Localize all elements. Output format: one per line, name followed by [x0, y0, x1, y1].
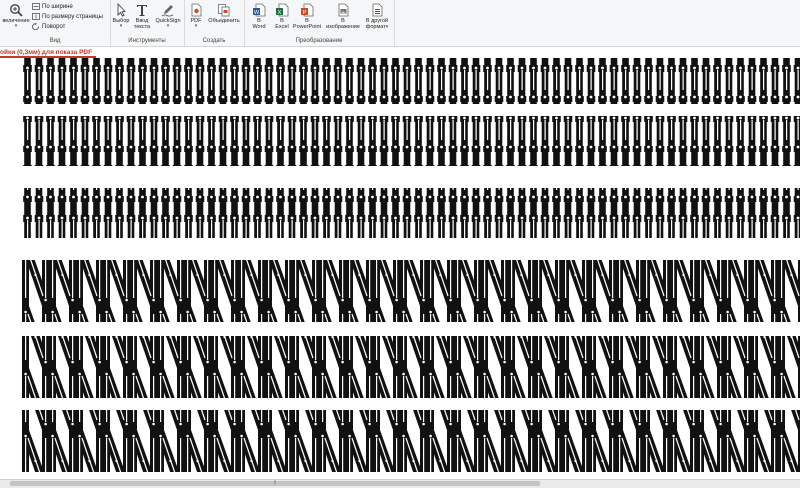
scrollbar-grip-icon: ⦀ [273, 480, 277, 486]
text-t-icon [137, 5, 147, 16]
select-tool-button[interactable]: Выбор ▾ [112, 3, 130, 29]
create-pdf-button[interactable]: PDF ▾ [186, 3, 206, 29]
ribbon-toolbar: величение ▾ По ширине По размеру страниц… [0, 0, 800, 47]
group-label-create: Создать [202, 38, 226, 44]
document-page-view[interactable] [0, 58, 800, 480]
image-file-icon [338, 3, 349, 17]
ribbon-group-tools: Выбор ▾ Ввод текста QuickSign ▾ Инструме… [110, 0, 185, 46]
document-pattern-canvas [22, 58, 800, 472]
pattern-row-n-1 [22, 260, 800, 322]
text-tool-label-2: текста [133, 24, 151, 30]
scrollbar-thumb[interactable]: ⦀ [10, 481, 540, 486]
fit-width-label: По ширине [42, 3, 73, 10]
rotate-icon [32, 23, 39, 30]
group-label-view: Вид [49, 38, 61, 44]
merge-files-icon [218, 4, 230, 17]
group-label-tools: Инструменты [128, 38, 166, 44]
dropdown-arrow-icon: ▾ [194, 23, 198, 29]
pattern-row-pin-1 [22, 58, 800, 104]
to-excel-label-2: Excel [275, 24, 289, 30]
fit-page-label: По размеру страницы [42, 13, 103, 20]
pattern-row-pin-2 [22, 116, 800, 166]
zoom-button[interactable]: величение ▾ [2, 3, 30, 29]
to-word-label-2: Word [252, 24, 266, 30]
fit-page-icon [32, 13, 40, 20]
fit-width-button[interactable]: По ширине [32, 3, 73, 10]
pattern-row-n-3 [22, 410, 800, 472]
magnifier-plus-icon [10, 4, 23, 17]
ribbon-group-create: PDF ▾ Объединить Создать [184, 0, 245, 46]
svg-text:W: W [254, 10, 260, 16]
to-image-button[interactable]: В изображение [324, 3, 362, 30]
horizontal-scrollbar[interactable]: ⦀ [0, 479, 800, 488]
svg-text:X: X [278, 10, 282, 16]
ribbon-group-view: величение ▾ По ширине По размеру страниц… [0, 0, 111, 46]
excel-file-icon: X [276, 3, 289, 17]
group-label-convert: Преобразование [295, 38, 343, 44]
to-powerpoint-button[interactable]: P В PowerPoint [292, 3, 322, 30]
merge-button[interactable]: Объединить [207, 3, 241, 24]
fit-width-icon [32, 3, 40, 10]
to-other-format-label-2: формат▾ [366, 24, 388, 30]
fit-page-button[interactable]: По размеру страницы [32, 13, 103, 20]
pattern-row-pin-3 [22, 188, 800, 238]
merge-label: Объединить [208, 18, 240, 24]
dropdown-arrow-icon: ▾ [385, 24, 389, 30]
to-image-label-2: изображение [326, 24, 360, 30]
quicksign-button[interactable]: QuickSign ▾ [154, 3, 182, 29]
pattern-row-n-2 [22, 336, 800, 398]
to-word-button[interactable]: W В Word [248, 3, 270, 30]
to-other-format-button[interactable]: В другой формат▾ [362, 3, 392, 30]
text-tool-button[interactable]: Ввод текста [132, 3, 152, 30]
cursor-icon [117, 3, 126, 17]
rotate-button[interactable]: Поворот [32, 23, 65, 30]
to-excel-button[interactable]: X В Excel [271, 3, 293, 30]
rotate-label: Поворот [42, 23, 66, 30]
word-file-icon: W [253, 3, 266, 17]
ribbon-group-convert: W В Word X В Excel P В PowerPoint В изоб… [244, 0, 395, 46]
pen-sign-icon [161, 5, 174, 17]
document-tab[interactable]: ойки (0,3мм) для показа PDF [0, 47, 97, 58]
powerpoint-file-icon: P [301, 3, 314, 17]
pdf-file-icon [191, 3, 202, 17]
dropdown-arrow-icon: ▾ [119, 23, 123, 29]
svg-text:P: P [303, 10, 307, 16]
dropdown-arrow-icon: ▾ [14, 23, 18, 29]
to-powerpoint-label-2: PowerPoint [292, 24, 322, 30]
dropdown-arrow-icon: ▾ [166, 23, 170, 29]
to-other-format-label-2-text: формат [365, 24, 386, 30]
other-format-icon [372, 3, 383, 17]
